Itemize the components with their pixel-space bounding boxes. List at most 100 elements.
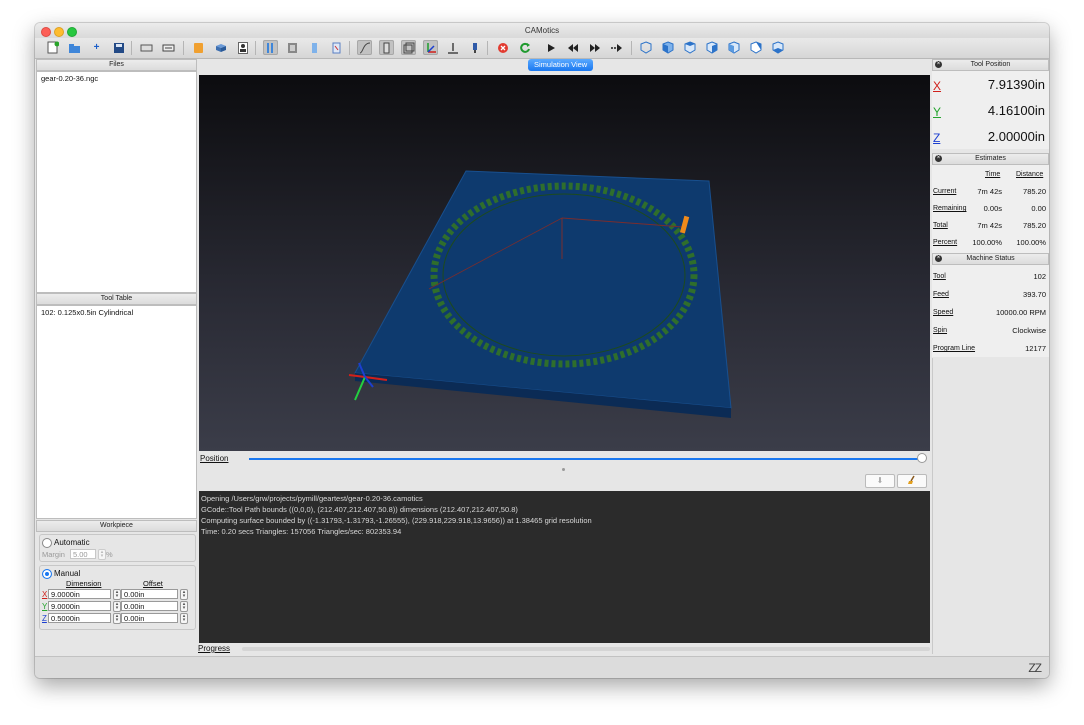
workpiece-slab — [354, 170, 732, 409]
tool-item[interactable]: 102: 0.125x0.5in Cylindrical — [41, 308, 133, 317]
rewind-icon[interactable] — [565, 40, 580, 55]
simulation-3d-view[interactable] — [199, 75, 930, 451]
view-front-icon[interactable] — [661, 40, 676, 55]
close-panel-icon[interactable]: × — [935, 155, 942, 162]
console-line: GCode::Tool Path bounds ((0,0,0), (212.4… — [201, 505, 518, 514]
status-row-label: Speed — [933, 309, 954, 316]
position-slider-track[interactable] — [249, 458, 923, 460]
stop-icon[interactable] — [495, 40, 510, 55]
user-icon[interactable] — [235, 40, 250, 55]
close-window-button[interactable] — [41, 27, 51, 37]
y-offset-stepper[interactable]: ▴ ▾ — [180, 601, 188, 612]
x-offset-field[interactable]: 0.00in — [121, 589, 178, 599]
files-panel-title: Files — [36, 59, 197, 71]
status-row-label: Program Line — [933, 345, 976, 352]
estimate-distance: 785.20 — [1023, 187, 1046, 196]
dimension-header: Dimension — [66, 579, 102, 588]
rerun-icon[interactable] — [517, 40, 532, 55]
path-view-icon[interactable] — [263, 40, 278, 55]
estimates-title: × Estimates — [932, 153, 1049, 165]
surface-view-icon[interactable] — [285, 40, 300, 55]
step-icon[interactable] — [609, 40, 624, 55]
automatic-radio[interactable] — [42, 538, 52, 548]
save-icon[interactable] — [111, 40, 126, 55]
manual-radio[interactable] — [42, 569, 52, 579]
spindle-icon[interactable] — [467, 40, 482, 55]
machine-status-title-text: Machine Status — [966, 255, 1015, 262]
margin-field[interactable]: 5.00 — [70, 549, 96, 559]
x-dimension-stepper[interactable]: ▴ ▾ — [113, 589, 121, 600]
cylinder-view-icon[interactable] — [329, 40, 344, 55]
new-file-icon[interactable] — [45, 40, 60, 55]
add-file-icon[interactable]: + — [89, 40, 104, 55]
gcode-icon[interactable] — [161, 40, 176, 55]
simulation-view-tab[interactable]: Simulation View — [528, 59, 594, 71]
y-dimension-stepper[interactable]: ▴ ▾ — [113, 601, 121, 612]
right-panel-empty — [932, 358, 1049, 654]
estimate-distance: 0.00 — [1031, 204, 1046, 213]
app-window: CAMotics + Files gear-0.20-36.ngc Tool T… — [35, 23, 1049, 678]
ruler-icon[interactable] — [379, 40, 394, 55]
tool-table-list[interactable]: 102: 0.125x0.5in Cylindrical — [36, 305, 197, 519]
z-dimension-field[interactable]: 0.5000in — [48, 613, 111, 623]
margin-stepper[interactable]: ▴ ▾ — [98, 549, 106, 560]
tool-view-icon[interactable] — [445, 40, 460, 55]
sleep-icon: ZZ — [1028, 661, 1042, 675]
status-row-label: Feed — [933, 291, 949, 298]
play-icon[interactable] — [543, 40, 558, 55]
x-dimension-field[interactable]: 9.0000in — [48, 589, 111, 599]
z-offset-field[interactable]: 0.00in — [121, 613, 178, 623]
position-slider-handle[interactable] — [917, 453, 927, 463]
status-row-value: Clockwise — [1012, 326, 1046, 335]
y-dimension-field[interactable]: 9.0000in — [48, 601, 111, 611]
tool-icon[interactable] — [191, 40, 206, 55]
workpiece-icon[interactable] — [213, 40, 228, 55]
console-log[interactable]: Opening /Users/grw/projects/pymill/geart… — [199, 491, 930, 643]
splitter-handle[interactable] — [562, 468, 565, 471]
view-bottom-icon[interactable] — [771, 40, 786, 55]
minimize-window-button[interactable] — [54, 27, 64, 37]
curve-view-icon[interactable] — [357, 40, 372, 55]
manual-label: Manual — [54, 569, 81, 578]
automatic-group: Automatic Margin 5.00 ▴ ▾ % — [39, 534, 196, 562]
margin-unit: % — [106, 550, 113, 559]
workpiece-title: Workpiece — [36, 520, 197, 532]
clear-log-icon[interactable] — [897, 474, 927, 488]
title-bar: CAMotics — [35, 23, 1049, 38]
file-item[interactable]: gear-0.20-36.ngc — [41, 74, 98, 83]
view-top-icon[interactable] — [683, 40, 698, 55]
bbox-view-icon[interactable] — [401, 40, 416, 55]
open-project-icon[interactable] — [67, 40, 82, 55]
status-row-value: 12177 — [1025, 344, 1046, 353]
y-offset-field[interactable]: 0.00in — [121, 601, 178, 611]
estimate-row-label: Remaining — [933, 205, 967, 212]
progress-bar — [242, 647, 930, 651]
files-list[interactable]: gear-0.20-36.ngc — [36, 71, 197, 293]
view-back-icon[interactable] — [749, 40, 764, 55]
close-panel-icon[interactable]: × — [935, 255, 942, 262]
position-area: Position ⬇ — [199, 452, 930, 490]
estimates-distance-header: Distance — [1016, 171, 1044, 178]
axes-icon[interactable] — [423, 40, 438, 55]
estimate-row-label: Total — [933, 222, 948, 229]
progress-label: Progress — [198, 644, 231, 653]
z-dimension-stepper[interactable]: ▴ ▾ — [113, 613, 121, 624]
manual-group: Manual Dimension Offset X 9.0000in ▴ ▾ 0.… — [39, 565, 196, 630]
close-panel-icon[interactable]: × — [935, 61, 942, 68]
view-left-icon[interactable] — [705, 40, 720, 55]
export-icon[interactable] — [139, 40, 154, 55]
view-right-icon[interactable] — [727, 40, 742, 55]
position-label: Position — [200, 454, 229, 463]
view-iso-icon[interactable] — [639, 40, 654, 55]
z-offset-stepper[interactable]: ▴ ▾ — [180, 613, 188, 624]
x-offset-stepper[interactable]: ▴ ▾ — [180, 589, 188, 600]
machine-status-panel: Tool 102 Feed 393.70 Speed 10000.00 RPM … — [932, 265, 1049, 357]
box-view-icon[interactable] — [307, 40, 322, 55]
zoom-window-button[interactable] — [67, 27, 77, 37]
forward-icon[interactable] — [587, 40, 602, 55]
save-log-icon[interactable]: ⬇ — [865, 474, 895, 488]
status-row-value: 10000.00 RPM — [995, 308, 1046, 317]
status-row-label: Spin — [933, 327, 948, 334]
console-line: Time: 0.20 secs Triangles: 157056 Triang… — [201, 527, 402, 536]
estimates-title-text: Estimates — [975, 155, 1006, 162]
